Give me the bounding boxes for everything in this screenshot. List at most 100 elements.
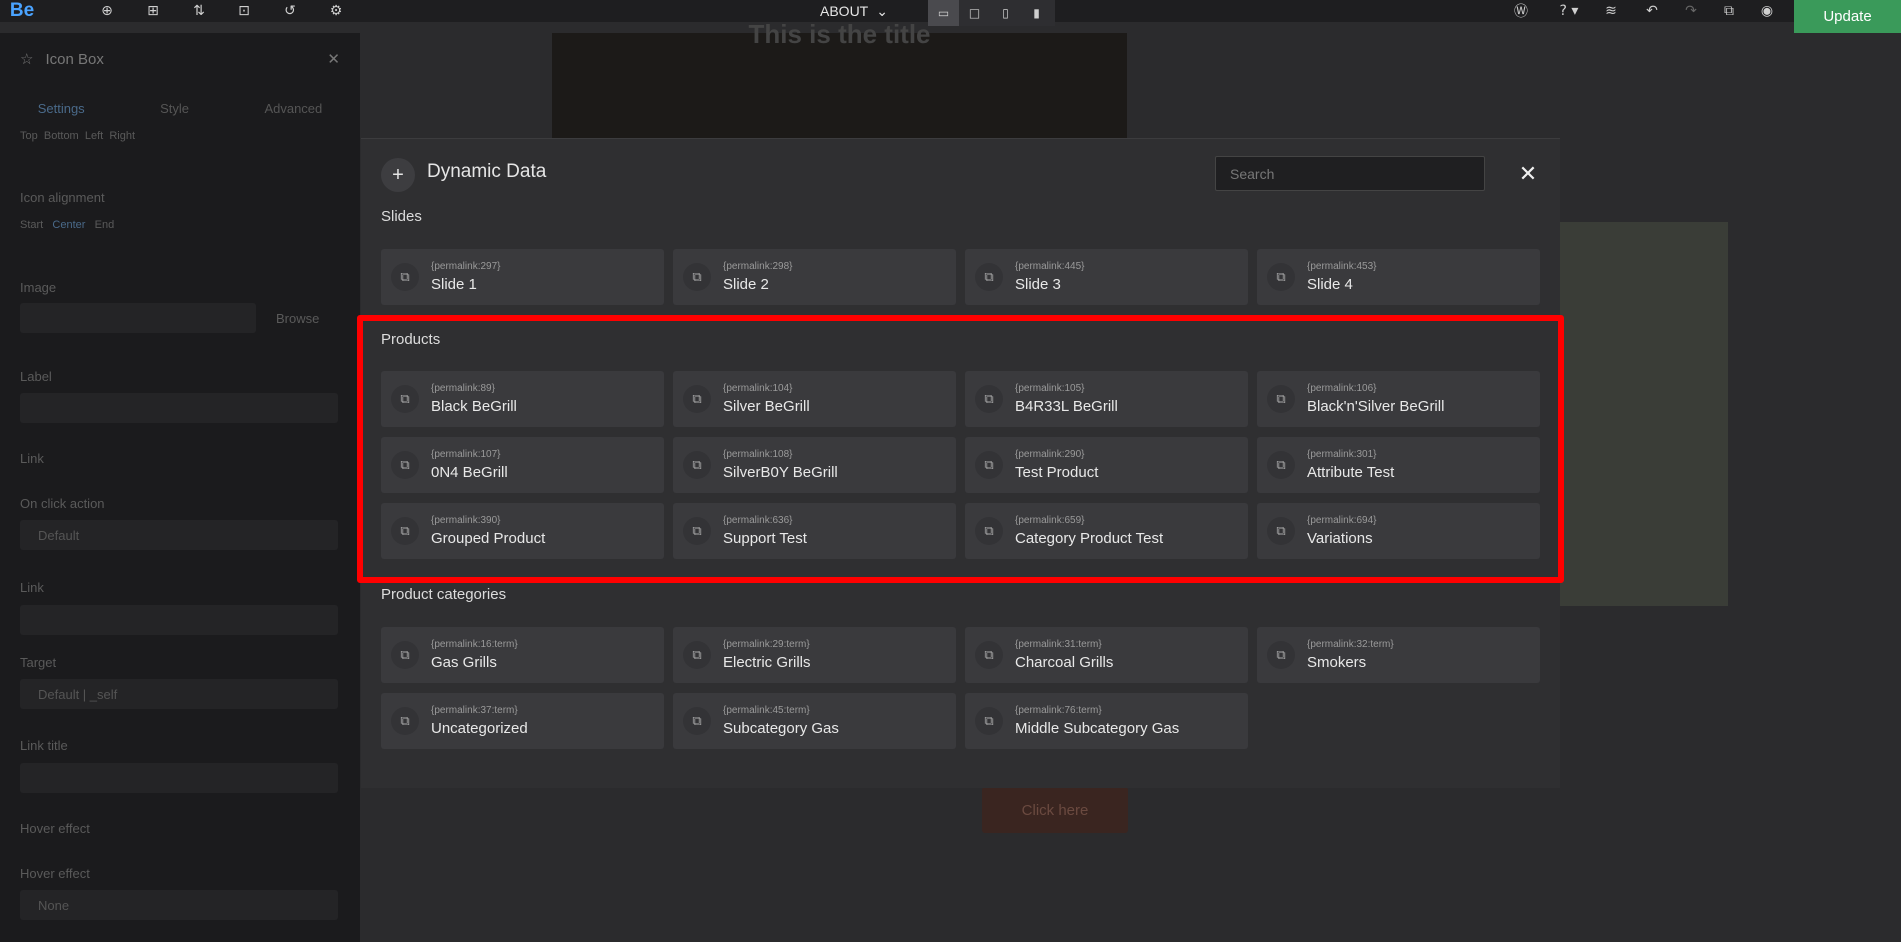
dynamic-data-card[interactable]: ⧉ {permalink:76:term} Middle Subcategory G… [965, 693, 1248, 749]
card-code: {permalink:297} [431, 261, 501, 272]
preview-image: This is the title [552, 19, 1127, 138]
dynamic-data-card[interactable]: ⧉ {permalink:390} Grouped Product [381, 503, 664, 559]
card-code: {permalink:105} [1015, 383, 1085, 394]
copy-icon: ⧉ [391, 451, 419, 479]
card-code: {permalink:32:term} [1307, 639, 1394, 650]
preview-heading: This is the title [748, 19, 931, 49]
import-icon[interactable]: ⊡ [233, 1, 255, 21]
dynamic-data-card[interactable]: ⧉ {permalink:31:term} Charcoal Grills [965, 627, 1248, 683]
card-label: Support Test [723, 530, 807, 547]
dynamic-data-card[interactable]: ⧉ {permalink:108} SilverB0Y BeGrill [673, 437, 956, 493]
panel-close-icon[interactable]: ✕ [327, 50, 340, 68]
redo-icon[interactable]: ↷ [1680, 1, 1702, 21]
hover-section-title: Hover effect [20, 821, 90, 836]
view-icon[interactable]: ◉ [1756, 1, 1778, 21]
copy-icon: ⧉ [975, 707, 1003, 735]
position-options[interactable]: Top Bottom Left Right [20, 130, 135, 142]
card-code: {permalink:659} [1015, 515, 1085, 526]
undo-icon[interactable]: ↶ [1641, 1, 1663, 21]
dynamic-data-card[interactable]: ⧉ {permalink:694} Variations [1257, 503, 1540, 559]
update-button[interactable]: Update [1794, 0, 1901, 33]
add-icon[interactable]: ⊕ [96, 1, 118, 21]
card-code: {permalink:89} [431, 383, 495, 394]
tab-settings[interactable]: Settings [38, 101, 85, 116]
dynamic-data-card[interactable]: ⧉ {permalink:16:term} Gas Grills [381, 627, 664, 683]
card-code: {permalink:636} [723, 515, 793, 526]
hover-effect-label: Hover effect [20, 866, 90, 881]
tab-advanced[interactable]: Advanced [264, 101, 322, 116]
dynamic-data-card[interactable]: ⧉ {permalink:636} Support Test [673, 503, 956, 559]
copy-icon: ⧉ [683, 517, 711, 545]
on-click-select[interactable]: Default [20, 520, 338, 550]
dynamic-data-card[interactable]: ⧉ {permalink:107} 0N4 BeGrill [381, 437, 664, 493]
panel-tabs: Settings Style Advanced [0, 85, 360, 131]
layers-icon[interactable]: ≋ [1600, 1, 1622, 21]
panel-title: Icon Box [45, 50, 104, 68]
section-title: Slides [381, 208, 422, 225]
card-label: 0N4 BeGrill [431, 464, 508, 481]
dynamic-data-card[interactable]: ⧉ {permalink:298} Slide 2 [673, 249, 956, 305]
copy-icon: ⧉ [1267, 517, 1295, 545]
card-code: {permalink:106} [1307, 383, 1377, 394]
alignment-options[interactable]: Start Center End [20, 219, 114, 231]
card-code: {permalink:453} [1307, 261, 1377, 272]
card-code: {permalink:445} [1015, 261, 1085, 272]
dynamic-data-card[interactable]: ⧉ {permalink:297} Slide 1 [381, 249, 664, 305]
label-field[interactable] [20, 393, 338, 423]
dynamic-data-card[interactable]: ⧉ {permalink:453} Slide 4 [1257, 249, 1540, 305]
dynamic-data-card[interactable]: ⧉ {permalink:89} Black BeGrill [381, 371, 664, 427]
dynamic-data-card[interactable]: ⧉ {permalink:445} Slide 3 [965, 249, 1248, 305]
copy-icon: ⧉ [975, 517, 1003, 545]
copy-icon: ⧉ [1267, 451, 1295, 479]
card-code: {permalink:301} [1307, 449, 1377, 460]
dynamic-data-card[interactable]: ⧉ {permalink:659} Category Product Test [965, 503, 1248, 559]
image-field[interactable] [20, 303, 256, 333]
wordpress-icon[interactable]: Ⓦ [1510, 1, 1532, 21]
link-title-field[interactable] [20, 763, 338, 793]
copy-icon: ⧉ [391, 707, 419, 735]
dynamic-data-card[interactable]: ⧉ {permalink:301} Attribute Test [1257, 437, 1540, 493]
help-icon[interactable]: ? ▾ [1552, 1, 1586, 21]
card-label: Black BeGrill [431, 398, 517, 415]
preview-icon[interactable]: ⧉ [1718, 1, 1740, 21]
copy-icon: ⧉ [391, 641, 419, 669]
copy-icon: ⧉ [683, 707, 711, 735]
browse-button[interactable]: Browse [276, 311, 319, 326]
card-code: {permalink:37:term} [431, 705, 518, 716]
section-title: Products [381, 331, 441, 348]
add-icon-button[interactable]: + [381, 158, 415, 192]
search-input[interactable] [1215, 156, 1485, 191]
sort-icon[interactable]: ⇅ [188, 1, 210, 21]
dynamic-data-card[interactable]: ⧉ {permalink:105} B4R33L BeGrill [965, 371, 1248, 427]
link-field[interactable] [20, 605, 338, 635]
tab-style[interactable]: Style [160, 101, 189, 116]
card-code: {permalink:16:term} [431, 639, 518, 650]
dynamic-data-card[interactable]: ⧉ {permalink:106} Black'n'Silver BeGrill [1257, 371, 1540, 427]
dynamic-data-card[interactable]: ⧉ {permalink:29:term} Electric Grills [673, 627, 956, 683]
builder-logo[interactable]: Be [0, 0, 44, 22]
card-grid: ⧉ {permalink:89} Black BeGrill ⧉ {permalink:… [381, 371, 1541, 559]
modal-header: + Dynamic Data ✕ [361, 139, 1560, 211]
history-icon[interactable]: ↺ [279, 1, 301, 21]
dynamic-data-card[interactable]: ⧉ {permalink:37:term} Uncategorized [381, 693, 664, 749]
card-code: {permalink:107} [431, 449, 501, 460]
page-selector-label: ABOUT [820, 3, 869, 19]
dynamic-data-card[interactable]: ⧉ {permalink:32:term} Smokers [1257, 627, 1540, 683]
copy-icon: ⧉ [391, 263, 419, 291]
card-label: Black'n'Silver BeGrill [1307, 398, 1445, 415]
copy-icon: ⧉ [391, 517, 419, 545]
layout-icon[interactable]: ⊞ [142, 1, 164, 21]
card-label: Subcategory Gas [723, 720, 839, 737]
card-code: {permalink:298} [723, 261, 793, 272]
card-label: Slide 3 [1015, 276, 1061, 293]
card-label: Uncategorized [431, 720, 528, 737]
settings-icon[interactable]: ⚙ [325, 1, 347, 21]
close-icon[interactable]: ✕ [1513, 159, 1543, 189]
hover-effect-select[interactable]: None [20, 890, 338, 920]
dynamic-data-card[interactable]: ⧉ {permalink:104} Silver BeGrill [673, 371, 956, 427]
target-select[interactable]: Default | _self [20, 679, 338, 709]
dynamic-data-card[interactable]: ⧉ {permalink:45:term} Subcategory Gas [673, 693, 956, 749]
card-label: Slide 1 [431, 276, 477, 293]
dynamic-data-card[interactable]: ⧉ {permalink:290} Test Product [965, 437, 1248, 493]
label-label: Label [20, 369, 52, 384]
